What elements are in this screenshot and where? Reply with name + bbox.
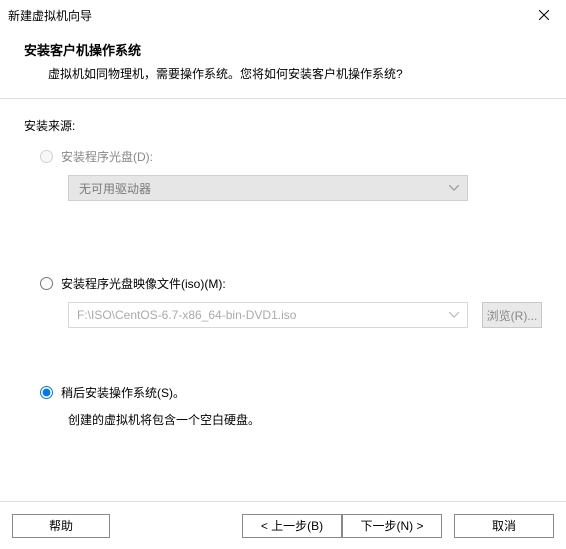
drive-dropdown-value: 无可用驱动器: [79, 180, 151, 197]
radio-install-later-label: 稍后安装操作系统(S)。: [61, 384, 185, 401]
install-later-desc: 创建的虚拟机将包含一个空白硬盘。: [68, 411, 542, 428]
browse-button[interactable]: 浏览(R)...: [482, 302, 542, 328]
iso-path-value: F:\ISO\CentOS-6.7-x86_64-bin-DVD1.iso: [77, 308, 296, 322]
radio-iso-file[interactable]: [40, 277, 53, 290]
radio-installer-disc-label: 安装程序光盘(D):: [61, 148, 153, 165]
drive-dropdown: 无可用驱动器: [68, 175, 468, 201]
radio-installer-disc: [40, 150, 53, 163]
wizard-header: 安装客户机操作系统 虚拟机如同物理机，需要操作系统。您将如何安装客户机操作系统?: [0, 30, 566, 99]
back-button[interactable]: < 上一步(B): [242, 514, 342, 538]
radio-install-later[interactable]: [40, 386, 53, 399]
close-icon: [539, 10, 549, 20]
close-button[interactable]: [521, 0, 566, 30]
chevron-down-icon: [449, 312, 459, 318]
header-subtext: 虚拟机如同物理机，需要操作系统。您将如何安装客户机操作系统?: [48, 65, 542, 82]
header-heading: 安装客户机操作系统: [24, 40, 542, 59]
radio-iso-file-label: 安装程序光盘映像文件(iso)(M):: [61, 275, 226, 292]
window-title: 新建虚拟机向导: [8, 7, 92, 24]
next-button[interactable]: 下一步(N) >: [342, 514, 442, 538]
chevron-down-icon: [449, 185, 459, 191]
help-button[interactable]: 帮助: [12, 514, 110, 538]
cancel-button[interactable]: 取消: [454, 514, 554, 538]
iso-path-input[interactable]: F:\ISO\CentOS-6.7-x86_64-bin-DVD1.iso: [68, 302, 468, 328]
source-label: 安装来源:: [24, 117, 542, 134]
